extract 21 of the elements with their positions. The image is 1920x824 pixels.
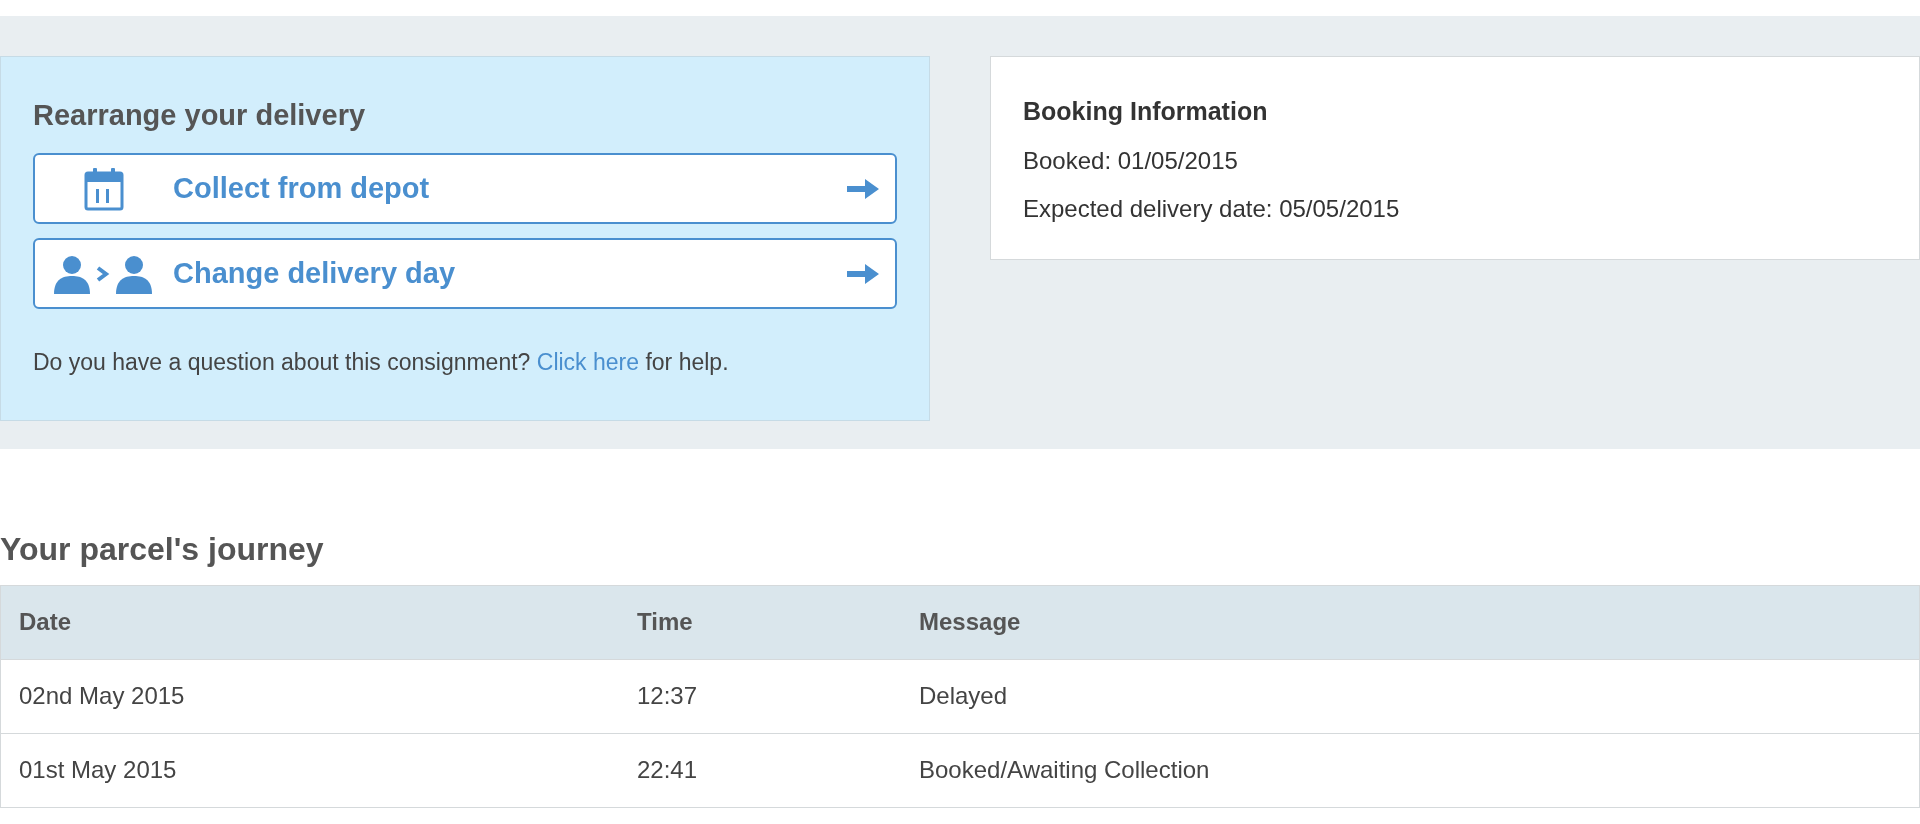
column-header: Message — [919, 607, 1022, 638]
action-button[interactable]: Change delivery day — [33, 238, 897, 310]
help-text: Do you have a question about this consignment? Click here for help. — [33, 348, 730, 378]
journey-title: Your parcel's journey — [0, 529, 325, 569]
table-cell-text: 01st May 2015 — [19, 755, 178, 786]
column-header: Date — [19, 607, 73, 638]
column-header: Time — [637, 607, 694, 638]
action-button[interactable]: Collect from depot — [33, 153, 897, 225]
table-cell-text: 02nd May 2015 — [19, 681, 186, 712]
booking-detail: Booked: 01/05/2015 — [1023, 145, 1239, 176]
table-cell-text: Delayed — [919, 681, 1009, 712]
booking-title: Booking Information — [1023, 96, 1269, 127]
help-link[interactable]: Click here — [536, 349, 640, 376]
arrow-right-icon — [847, 176, 879, 201]
panel-title: Rearrange your delivery — [33, 98, 367, 133]
table-cell-text: 22:41 — [637, 755, 699, 786]
arrow-right-icon — [847, 261, 879, 286]
table-cell-text: 12:37 — [637, 681, 699, 712]
calendar-icon — [84, 166, 124, 211]
booking-detail: Expected delivery date: 05/05/2015 — [1023, 193, 1401, 224]
table-cell-text: Booked/Awaiting Collection — [919, 755, 1211, 786]
